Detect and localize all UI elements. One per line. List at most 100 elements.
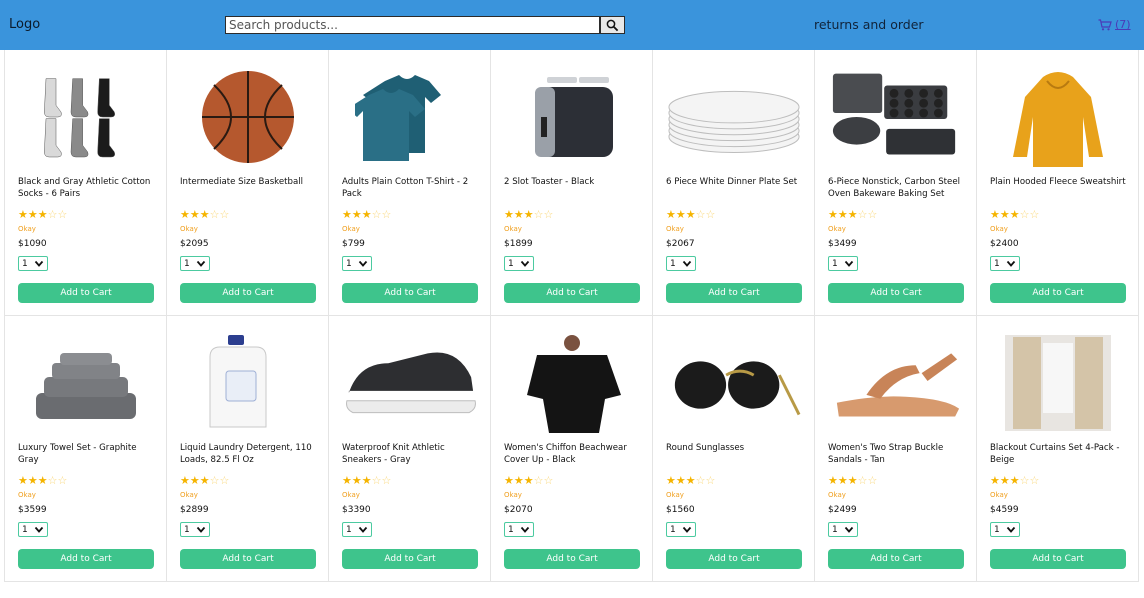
rating-stars: ★★★☆☆ [828, 209, 877, 221]
product-image-coverup[interactable] [503, 333, 641, 433]
product-price: $1090 [18, 239, 47, 249]
quantity-value: 1 [832, 258, 838, 269]
product-image-toaster[interactable] [503, 67, 641, 167]
product-card: Adults Plain Cotton T-Shirt - 2 Pack ★★★… [329, 50, 491, 316]
product-name: Intermediate Size Basketball [180, 177, 304, 187]
product-card: 6-Piece Nonstick, Carbon Steel Oven Bake… [815, 50, 977, 316]
product-image-bakeware[interactable] [827, 67, 965, 167]
product-image-socks[interactable] [17, 67, 155, 167]
rating-stars: ★★★☆☆ [504, 475, 553, 487]
product-image-tshirt[interactable] [341, 67, 479, 167]
add-to-cart-button[interactable]: Add to Cart [18, 549, 154, 569]
quantity-select[interactable]: 1 [990, 256, 1020, 271]
star-empty-icon: ☆ [695, 474, 706, 487]
product-price: $1899 [504, 239, 533, 249]
product-card: Women's Chiffon Beachwear Cover Up - Bla… [491, 316, 653, 582]
product-name: Waterproof Knit Athletic Sneakers - Gray [342, 443, 445, 465]
product-image-sunglasses[interactable] [665, 333, 803, 433]
quantity-select[interactable]: 1 [18, 256, 48, 271]
star-filled-icon: ★ [675, 474, 686, 487]
product-image-sneaker[interactable] [341, 333, 479, 433]
product-price: $799 [342, 239, 365, 249]
rating-label: Okay [504, 491, 522, 499]
chevron-down-icon [196, 526, 206, 533]
add-to-cart-button[interactable]: Add to Cart [180, 549, 316, 569]
product-card: Round Sunglasses ★★★☆☆ Okay $1560 1 Add … [653, 316, 815, 582]
star-empty-icon: ☆ [47, 208, 58, 221]
star-filled-icon: ★ [513, 208, 524, 221]
star-empty-icon: ☆ [219, 474, 230, 487]
rating-label: Okay [828, 491, 846, 499]
add-to-cart-button[interactable]: Add to Cart [342, 283, 478, 303]
add-to-cart-button[interactable]: Add to Cart [180, 283, 316, 303]
returns-and-orders-link[interactable]: returns and order [814, 17, 924, 32]
quantity-value: 1 [184, 258, 190, 269]
quantity-select[interactable]: 1 [990, 522, 1020, 537]
search-input[interactable] [225, 16, 600, 34]
product-image-towels[interactable] [17, 333, 155, 433]
star-filled-icon: ★ [685, 208, 696, 221]
star-filled-icon: ★ [351, 208, 362, 221]
star-filled-icon: ★ [199, 208, 210, 221]
quantity-select[interactable]: 1 [504, 256, 534, 271]
search-button[interactable] [600, 16, 625, 34]
star-filled-icon: ★ [1009, 474, 1020, 487]
rating-stars: ★★★☆☆ [828, 475, 877, 487]
add-to-cart-button[interactable]: Add to Cart [828, 549, 964, 569]
product-card: Luxury Towel Set - Graphite Gray ★★★☆☆ O… [5, 316, 167, 582]
star-filled-icon: ★ [18, 474, 28, 487]
product-card: Liquid Laundry Detergent, 110 Loads, 82.… [167, 316, 329, 582]
quantity-select[interactable]: 1 [828, 522, 858, 537]
add-to-cart-button[interactable]: Add to Cart [828, 283, 964, 303]
product-image-detergent[interactable] [179, 333, 317, 433]
add-to-cart-button[interactable]: Add to Cart [990, 549, 1126, 569]
star-filled-icon: ★ [847, 474, 858, 487]
quantity-select[interactable]: 1 [666, 256, 696, 271]
product-image-basketball[interactable] [179, 67, 317, 167]
cart-icon [1098, 18, 1112, 30]
quantity-select[interactable]: 1 [504, 522, 534, 537]
add-to-cart-button[interactable]: Add to Cart [18, 283, 154, 303]
add-to-cart-button[interactable]: Add to Cart [990, 283, 1126, 303]
quantity-select[interactable]: 1 [828, 256, 858, 271]
rating-label: Okay [990, 491, 1008, 499]
quantity-select[interactable]: 1 [666, 522, 696, 537]
quantity-select[interactable]: 1 [18, 522, 48, 537]
rating-label: Okay [342, 225, 360, 233]
add-to-cart-button[interactable]: Add to Cart [504, 549, 640, 569]
product-name: 6 Piece White Dinner Plate Set [666, 177, 798, 187]
quantity-select[interactable]: 1 [180, 256, 210, 271]
star-filled-icon: ★ [1009, 208, 1020, 221]
cart-link[interactable]: (7) [1098, 18, 1131, 31]
star-empty-icon: ☆ [1029, 208, 1040, 221]
star-filled-icon: ★ [180, 208, 190, 221]
quantity-value: 1 [670, 258, 676, 269]
quantity-value: 1 [994, 258, 1000, 269]
rating-stars: ★★★☆☆ [180, 209, 229, 221]
star-filled-icon: ★ [675, 208, 686, 221]
product-price: $3390 [342, 505, 371, 515]
add-to-cart-button[interactable]: Add to Cart [504, 283, 640, 303]
star-empty-icon: ☆ [371, 208, 382, 221]
star-filled-icon: ★ [837, 474, 848, 487]
product-price: $2067 [666, 239, 695, 249]
product-image-sandal[interactable] [827, 333, 965, 433]
product-name: Plain Hooded Fleece Sweatshirt [990, 177, 1126, 187]
site-logo[interactable]: Logo [9, 17, 40, 32]
product-image-curtains[interactable] [989, 333, 1127, 433]
rating-stars: ★★★☆☆ [342, 475, 391, 487]
rating-stars: ★★★☆☆ [504, 209, 553, 221]
star-filled-icon: ★ [37, 474, 48, 487]
product-price: $2400 [990, 239, 1019, 249]
add-to-cart-button[interactable]: Add to Cart [666, 549, 802, 569]
quantity-select[interactable]: 1 [342, 256, 372, 271]
quantity-select[interactable]: 1 [180, 522, 210, 537]
product-price: $2499 [828, 505, 857, 515]
add-to-cart-button[interactable]: Add to Cart [342, 549, 478, 569]
quantity-select[interactable]: 1 [342, 522, 372, 537]
add-to-cart-button[interactable]: Add to Cart [666, 283, 802, 303]
product-name: Women's Two Strap Buckle Sandals - Tan [828, 443, 944, 465]
product-image-hoodie[interactable] [989, 67, 1127, 167]
rating-label: Okay [504, 225, 522, 233]
product-image-plates[interactable] [665, 67, 803, 167]
